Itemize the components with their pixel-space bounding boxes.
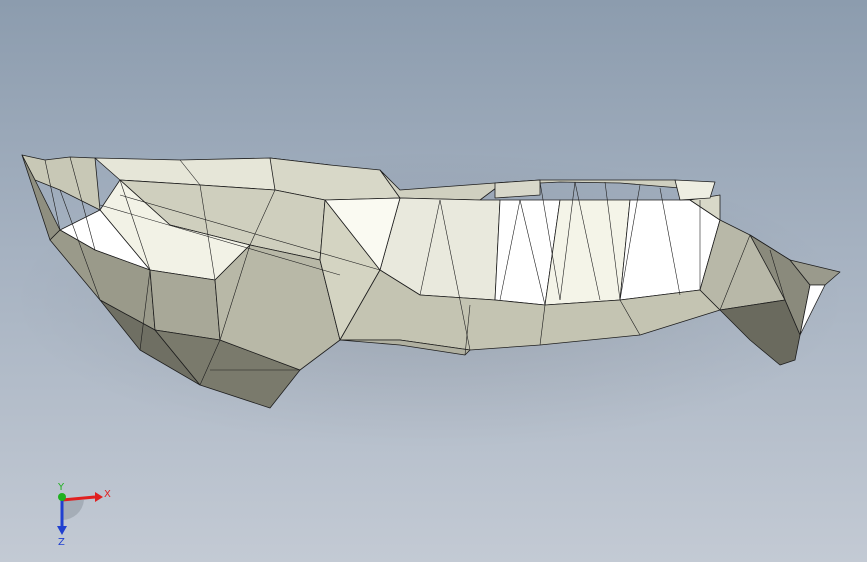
mesh-face: [149, 269, 221, 341]
mesh-face: [544, 199, 631, 306]
mesh-face: [674, 179, 716, 201]
z-axis-label: Z: [58, 537, 65, 548]
axis-triad: X Y Z: [57, 482, 111, 548]
z-arrowhead-icon: [57, 526, 67, 535]
x-axis-arrow: [61, 495, 96, 502]
model-render[interactable]: X Y Z: [0, 0, 867, 562]
mesh-face: [494, 179, 541, 199]
graphics-viewport[interactable]: X Y Z: [0, 0, 867, 562]
x-arrowhead-icon: [95, 492, 103, 502]
triad-plane: [62, 500, 84, 521]
x-axis-label: X: [104, 489, 111, 500]
y-axis-dot: [58, 493, 66, 501]
y-axis-label: Y: [57, 482, 65, 493]
